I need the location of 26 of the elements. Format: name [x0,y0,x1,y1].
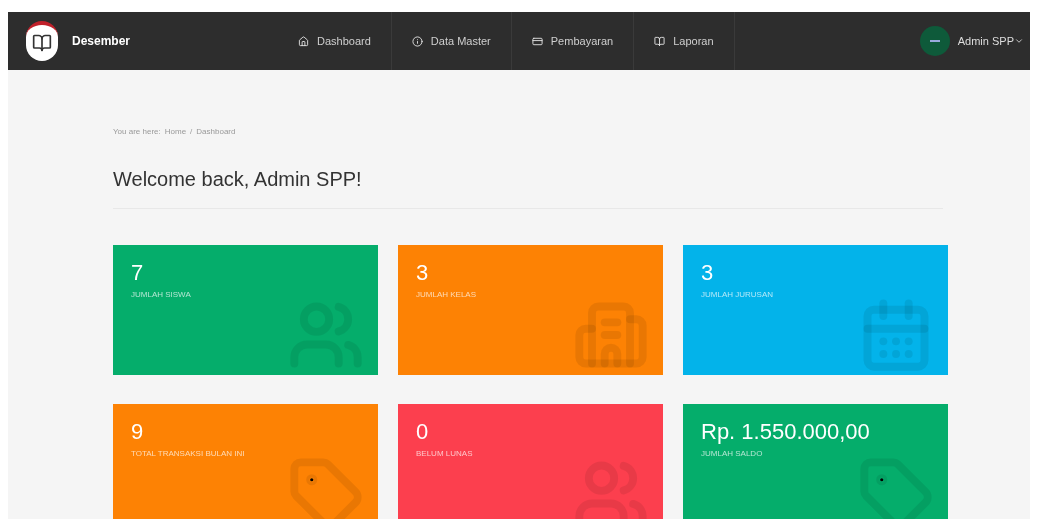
book-icon [654,35,666,47]
avatar-icon [919,26,950,56]
stat-label: JUMLAH JURUSAN [701,289,773,301]
stat-value: Rp. 1.550.000,00 [701,418,870,446]
brand-name[interactable]: Desember [72,32,131,50]
stat-value: 3 [416,259,429,287]
stat-label: JUMLAH SISWA [131,289,191,301]
tag-icon [858,456,934,519]
home-icon [298,35,310,47]
breadcrumb-separator: / [190,126,193,138]
page-heading: Welcome back, Admin SPP! [113,164,943,209]
stat-label: BELUM LUNAS [416,448,473,460]
breadcrumb-label: You are here: [113,126,161,138]
caret-icon [1014,36,1024,46]
credit-card-icon [531,35,543,47]
stat-value: 9 [131,418,144,446]
tag-icon [288,456,364,519]
logo-icon [26,21,58,61]
stat-value: 0 [416,418,429,446]
stat-label: JUMLAH SALDO [701,448,763,460]
user-menu[interactable]: Admin SPP [957,32,1024,50]
stat-value: 3 [701,259,714,287]
info-icon [411,35,423,47]
stat-label: TOTAL TRANSAKSI BULAN INI [131,448,245,460]
stat-value: 7 [131,259,144,287]
stat-label: JUMLAH KELAS [416,289,477,301]
